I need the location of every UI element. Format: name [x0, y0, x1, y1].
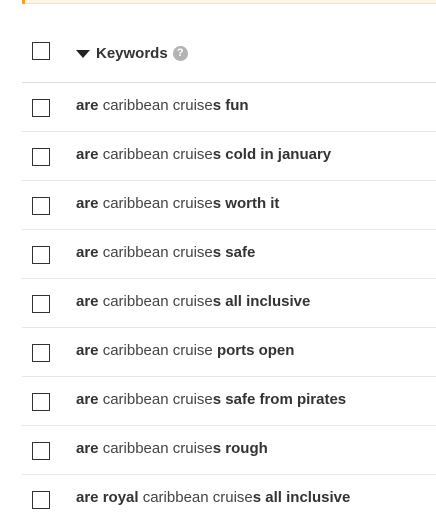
sort-caret-down-icon: [76, 50, 90, 58]
keyword-match-segment: s safe: [212, 244, 256, 261]
keyword-match-segment: s worth it: [212, 195, 280, 212]
keyword-base-segment: caribbean cruise: [98, 293, 213, 310]
table-row[interactable]: are royal caribbean cruises all inclusiv…: [22, 475, 436, 523]
keyword-match-segment: are: [76, 195, 99, 212]
row-checkbox[interactable]: [32, 246, 50, 264]
help-icon[interactable]: ?: [172, 46, 188, 61]
row-checkbox[interactable]: [32, 442, 50, 460]
table-row[interactable]: are caribbean cruises fun: [22, 83, 436, 132]
table-row[interactable]: are caribbean cruises cold in january: [22, 132, 436, 181]
table-row[interactable]: are caribbean cruises worth it: [22, 181, 436, 230]
keyword-base-segment: caribbean cruise: [98, 97, 213, 114]
keyword-match-segment: are: [76, 391, 99, 408]
keyword-text: are caribbean cruise ports open: [76, 342, 294, 359]
keywords-column-label: Keywords: [96, 45, 168, 62]
keyword-text: are caribbean cruises cold in january: [76, 146, 331, 163]
table-row[interactable]: are caribbean cruises safe: [22, 230, 436, 279]
row-checkbox[interactable]: [32, 197, 50, 215]
keyword-text: are caribbean cruises safe: [76, 244, 255, 261]
row-checkbox[interactable]: [32, 295, 50, 313]
keyword-base-segment: caribbean cruise: [98, 391, 213, 408]
keyword-base-segment: caribbean cruise: [98, 244, 213, 261]
keyword-text: are royal caribbean cruises all inclusiv…: [76, 489, 350, 506]
keyword-match-segment: s rough: [212, 440, 268, 457]
keyword-text: are caribbean cruises worth it: [76, 195, 279, 212]
keyword-match-segment: s all inclusive: [252, 489, 351, 506]
table-body: are caribbean cruises fun are caribbean c…: [22, 83, 436, 523]
keyword-match-segment: are: [76, 440, 99, 457]
row-checkbox[interactable]: [32, 99, 50, 117]
table-header: Keywords ?: [22, 28, 436, 83]
table-row[interactable]: are caribbean cruises all inclusive: [22, 279, 436, 328]
keyword-base-segment: caribbean cruise: [98, 146, 213, 163]
table-row[interactable]: are caribbean cruise ports open: [22, 328, 436, 377]
table-row[interactable]: are caribbean cruises rough: [22, 426, 436, 475]
keyword-text: are caribbean cruises all inclusive: [76, 293, 310, 310]
keywords-sort-header[interactable]: Keywords ?: [76, 45, 188, 62]
keyword-match-segment: s safe from pirates: [212, 391, 347, 408]
keyword-text: are caribbean cruises safe from pirates: [76, 391, 346, 408]
keyword-match-segment: are: [76, 244, 99, 261]
keyword-base-segment: caribbean cruise: [138, 489, 253, 506]
keywords-table: Keywords ? are caribbean cruises fun are …: [22, 28, 436, 523]
row-checkbox[interactable]: [32, 491, 50, 509]
row-checkbox[interactable]: [32, 148, 50, 166]
keyword-match-segment: s fun: [212, 97, 249, 114]
keyword-match-segment: are royal: [76, 489, 139, 506]
notice-banner-edge: [22, 0, 436, 4]
keyword-text: are caribbean cruises fun: [76, 97, 249, 114]
keyword-match-segment: are: [76, 342, 99, 359]
keyword-match-segment: s all inclusive: [212, 293, 311, 310]
keyword-base-segment: caribbean cruise: [98, 195, 213, 212]
keyword-match-segment: s cold in january: [212, 146, 332, 163]
keyword-match-segment: ports open: [216, 342, 295, 359]
keyword-base-segment: caribbean cruise: [98, 342, 217, 359]
select-all-checkbox[interactable]: [32, 42, 50, 60]
row-checkbox[interactable]: [32, 344, 50, 362]
keyword-base-segment: caribbean cruise: [98, 440, 213, 457]
notice-banner-accent: [22, 0, 25, 4]
row-checkbox[interactable]: [32, 393, 50, 411]
keyword-match-segment: are: [76, 293, 99, 310]
keyword-match-segment: are: [76, 146, 99, 163]
keyword-text: are caribbean cruises rough: [76, 440, 268, 457]
table-row[interactable]: are caribbean cruises safe from pirates: [22, 377, 436, 426]
keyword-match-segment: are: [76, 97, 99, 114]
